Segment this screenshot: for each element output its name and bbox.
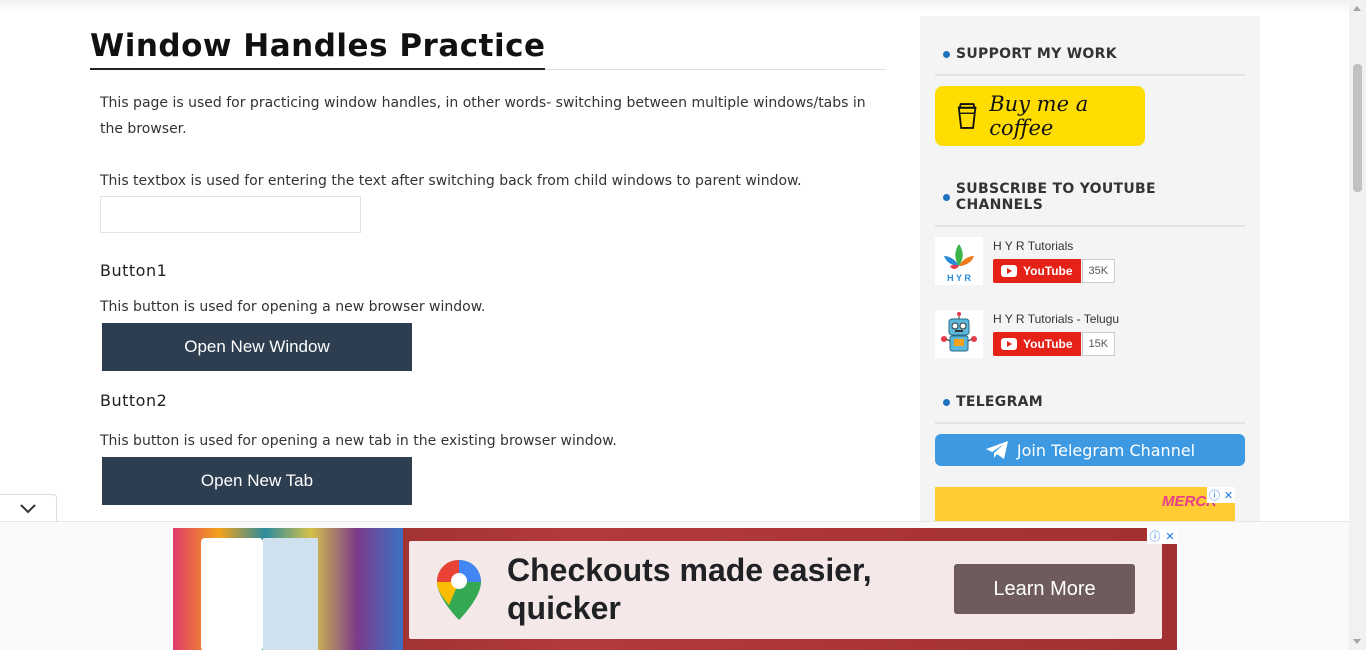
intro-text: This page is used for practicing window … bbox=[100, 95, 866, 137]
youtube-play-icon bbox=[1001, 338, 1017, 350]
scroll-down-arrow-icon[interactable] bbox=[1353, 639, 1361, 644]
youtube-button-label: YouTube bbox=[1023, 264, 1073, 278]
scroll-thumb[interactable] bbox=[1353, 64, 1362, 192]
channel-item: H Y R Tutorials - Telugu YouTube 15K bbox=[935, 310, 1245, 360]
open-new-window-button[interactable]: Open New Window bbox=[102, 323, 412, 371]
support-heading-label: SUPPORT MY WORK bbox=[956, 46, 1117, 62]
top-shadow bbox=[0, 0, 1349, 14]
channel-info: H Y R Tutorials - Telugu YouTube 15K bbox=[993, 310, 1119, 360]
join-telegram-button[interactable]: Join Telegram Channel bbox=[935, 434, 1245, 466]
telegram-button-label: Join Telegram Channel bbox=[1016, 440, 1196, 460]
hyr-logo[interactable]: H Y R bbox=[935, 237, 983, 285]
channel-name[interactable]: H Y R Tutorials - Telugu bbox=[993, 312, 1119, 326]
collapse-ad-toggle[interactable] bbox=[0, 494, 57, 522]
youtube-subscribe-button[interactable]: YouTube bbox=[993, 332, 1081, 356]
channel-item: H Y R H Y R Tutorials YouTube 35K bbox=[935, 237, 1245, 287]
youtube-subscribe-button[interactable]: YouTube bbox=[993, 259, 1081, 283]
ad-close-icon[interactable]: ✕ bbox=[1224, 489, 1233, 502]
bottom-ad-bar: Checkouts made easier, quicker Learn Mor… bbox=[0, 521, 1349, 650]
ad-choices[interactable]: ⓘ ✕ bbox=[1207, 487, 1235, 503]
learn-more-button[interactable]: Learn More bbox=[954, 564, 1135, 614]
ad-info-icon[interactable]: ⓘ bbox=[1149, 528, 1160, 544]
subscribe-heading-label: SUBSCRIBE TO YOUTUBE CHANNELS bbox=[955, 181, 1156, 213]
sidebar: SUPPORT MY WORK Buy me a coffee SUBSCRIB… bbox=[920, 16, 1260, 536]
telegram-heading-label: TELEGRAM bbox=[956, 394, 1044, 410]
bullet-icon bbox=[943, 398, 950, 406]
phone-mockup bbox=[201, 538, 263, 650]
robot-icon bbox=[941, 312, 977, 352]
youtube-button-label: YouTube bbox=[1023, 337, 1073, 351]
ad-image bbox=[173, 528, 403, 650]
coffee-button-label: Buy me a coffee bbox=[989, 92, 1089, 140]
bullet-icon bbox=[943, 50, 950, 58]
ad-headline: Checkouts made easier, quicker bbox=[507, 552, 872, 626]
ad-card: Checkouts made easier, quicker Learn Mor… bbox=[409, 541, 1162, 639]
youtube-play-icon bbox=[1001, 265, 1017, 277]
youtube-subscribe: YouTube 35K bbox=[993, 259, 1116, 283]
page-title: Window Handles Practice bbox=[90, 28, 546, 70]
google-maps-pin-icon bbox=[437, 560, 481, 620]
robot-logo[interactable] bbox=[935, 310, 983, 358]
button1-heading: Button1 bbox=[100, 261, 168, 280]
subscriber-count: 15K bbox=[1081, 332, 1116, 356]
chevron-down-icon bbox=[20, 503, 36, 513]
map-mockup bbox=[263, 538, 318, 650]
content-body: This page is used for practicing window … bbox=[90, 90, 886, 505]
telegram-icon bbox=[985, 441, 1008, 459]
channel-info: H Y R Tutorials YouTube 35K bbox=[993, 237, 1116, 287]
page-scrollbar[interactable] bbox=[1349, 0, 1366, 650]
ad-close-icon[interactable]: ✕ bbox=[1165, 530, 1174, 543]
name-textbox[interactable] bbox=[100, 196, 361, 233]
coffee-cup-icon bbox=[957, 103, 977, 129]
subscriber-count: 35K bbox=[1081, 259, 1116, 283]
buy-me-a-coffee-button[interactable]: Buy me a coffee bbox=[935, 86, 1145, 146]
button2-description: This button is used for opening a new ta… bbox=[100, 433, 617, 449]
svg-text:H Y R: H Y R bbox=[947, 273, 971, 283]
subscribe-heading: SUBSCRIBE TO YOUTUBE CHANNELS bbox=[935, 181, 1245, 227]
main-content: Window Handles Practice This page is use… bbox=[90, 28, 886, 505]
scroll-up-arrow-icon[interactable] bbox=[1353, 6, 1361, 11]
bullet-icon bbox=[943, 193, 950, 201]
youtube-subscribe: YouTube 15K bbox=[993, 332, 1119, 356]
bottom-ad[interactable]: Checkouts made easier, quicker Learn Mor… bbox=[173, 528, 1177, 650]
button2-heading: Button2 bbox=[100, 391, 168, 410]
hyr-logo-icon: H Y R bbox=[944, 244, 974, 283]
support-heading: SUPPORT MY WORK bbox=[935, 46, 1245, 76]
button1-description: This button is used for opening a new br… bbox=[100, 299, 486, 315]
open-new-tab-button[interactable]: Open New Tab bbox=[102, 457, 412, 505]
ad-choices[interactable]: ⓘ ✕ bbox=[1147, 528, 1177, 544]
textbox-description: This textbox is used for entering the te… bbox=[100, 173, 802, 189]
channel-name[interactable]: H Y R Tutorials bbox=[993, 239, 1115, 253]
ad-info-icon[interactable]: ⓘ bbox=[1209, 487, 1220, 503]
telegram-heading: TELEGRAM bbox=[935, 394, 1245, 424]
